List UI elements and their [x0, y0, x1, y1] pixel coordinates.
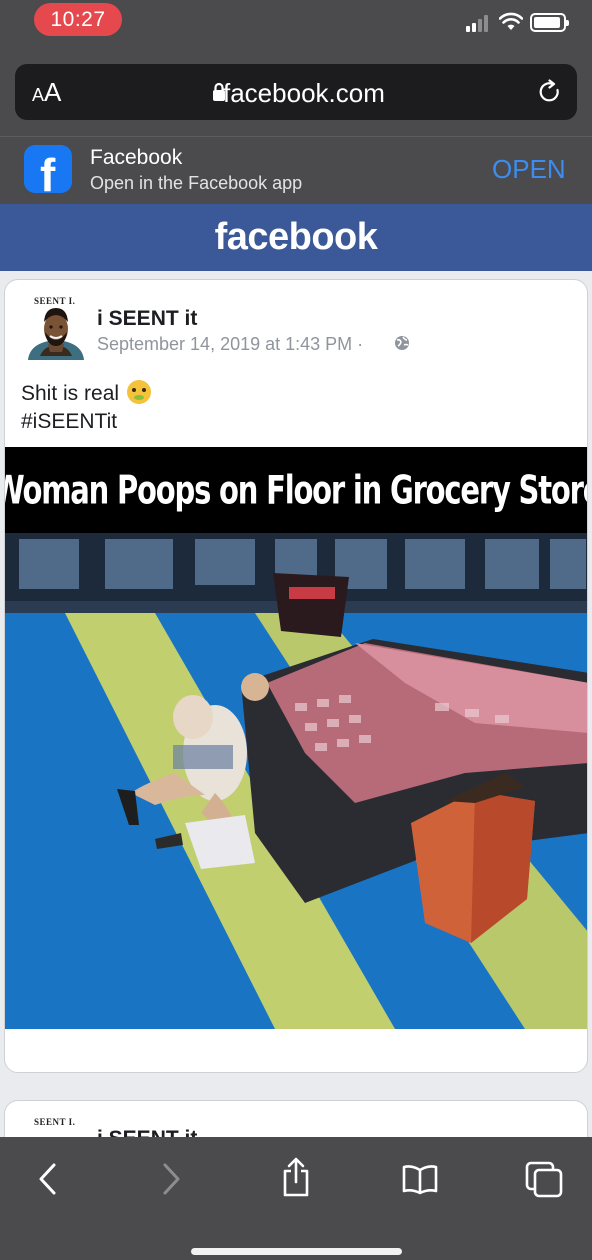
back-icon[interactable]	[28, 1159, 68, 1199]
home-indicator[interactable]	[191, 1248, 402, 1255]
share-icon[interactable]	[276, 1157, 316, 1197]
battery-icon	[530, 13, 569, 32]
bookmarks-icon[interactable]	[400, 1159, 440, 1199]
cellular-signal-icon	[466, 14, 492, 32]
facebook-header: facebook	[0, 204, 592, 271]
url-text[interactable]: facebook.com	[223, 78, 385, 109]
post-text-line: Shit is real	[21, 382, 125, 405]
forward-icon[interactable]	[151, 1159, 191, 1199]
status-bar: 10:27	[0, 0, 592, 50]
video-caption: "Woman Poops on Floor in Grocery Store"	[5, 467, 588, 513]
facebook-app-icon: f	[24, 145, 72, 193]
facebook-logo[interactable]: facebook	[215, 216, 378, 259]
safari-toolbar	[0, 1137, 592, 1260]
open-in-app-button[interactable]: OPEN	[492, 154, 566, 185]
text-size-button[interactable]: AA	[32, 77, 61, 108]
hashtag-link[interactable]: #iSEENTit	[21, 408, 151, 436]
status-time[interactable]: 10:27	[34, 3, 122, 36]
banner-subtitle: Open in the Facebook app	[90, 173, 303, 193]
address-bar[interactable]: AA facebook.com	[15, 64, 577, 120]
post-message: Shit is real #iSEENTit	[21, 380, 151, 436]
feed-post: SEENT I. i SEENT it September 14, 2019 a…	[4, 279, 588, 1073]
wifi-icon	[499, 12, 523, 30]
nauseated-face-emoji-icon	[126, 380, 151, 404]
reload-icon[interactable]	[537, 79, 563, 105]
page-name-link[interactable]: i SEENT it	[97, 307, 197, 331]
tabs-icon[interactable]	[524, 1159, 564, 1199]
avatar-logo-text: SEENT I.	[34, 1117, 76, 1127]
browser-address-area: AA facebook.com	[0, 50, 592, 136]
safari-screen: 10:27 AA facebook.com f Facebook Open in…	[0, 0, 592, 1260]
video-caption-band: "Woman Poops on Floor in Grocery Store"	[5, 447, 588, 533]
post-video[interactable]: "Woman Poops on Floor in Grocery Store"	[5, 447, 588, 1029]
globe-icon	[395, 336, 409, 350]
smart-app-banner: f Facebook Open in the Facebook app OPEN	[0, 136, 592, 204]
banner-title: Facebook	[90, 146, 183, 169]
avatar[interactable]: SEENT I.	[26, 296, 86, 360]
store-scene-image	[5, 533, 587, 1029]
post-timestamp[interactable]: September 14, 2019 at 1:43 PM ·	[97, 334, 363, 355]
